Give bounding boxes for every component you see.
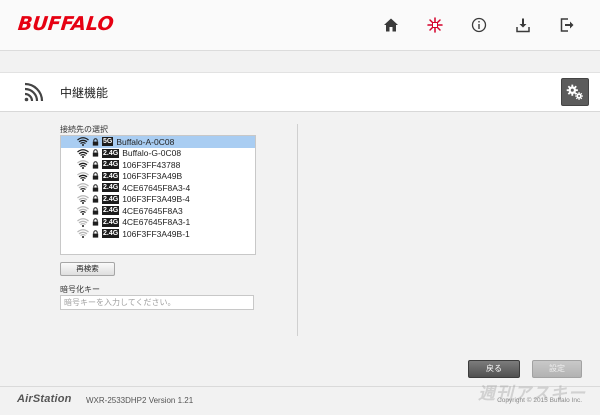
encryption-key-input[interactable]: 暗号キーを入力してください。 xyxy=(60,295,254,310)
network-list[interactable]: 5G Buffalo-A-0C08 2.4G Buffalo-G-0C08 2.4G 10… xyxy=(60,135,256,255)
network-list-item[interactable]: 2.4G 4CE67645F8A3-1 xyxy=(61,217,255,229)
band-badge: 2.4G xyxy=(102,217,120,227)
rescan-button[interactable]: 再検索 xyxy=(60,262,115,276)
wifi-signal-icon xyxy=(77,206,89,216)
wireless-status-icon[interactable] xyxy=(424,15,446,35)
band-badge: 5G xyxy=(102,137,114,147)
lock-icon xyxy=(92,149,99,157)
top-header: BUFFALO xyxy=(0,0,600,51)
band-badge: 2.4G xyxy=(102,194,120,204)
page-title: 中継機能 xyxy=(60,86,109,100)
back-button[interactable]: 戻る xyxy=(468,360,520,378)
lock-icon xyxy=(92,218,99,226)
wifi-signal-icon xyxy=(77,229,89,239)
wifi-signal-icon xyxy=(77,217,89,227)
top-nav xyxy=(380,15,578,35)
band-badge: 2.4G xyxy=(102,206,120,216)
download-icon[interactable] xyxy=(512,15,534,35)
lock-icon xyxy=(92,138,99,146)
gears-icon xyxy=(566,84,583,100)
lock-icon xyxy=(92,161,99,169)
lock-icon xyxy=(92,184,99,192)
network-ssid: 4CE67645F8A3-1 xyxy=(122,217,191,228)
logout-icon[interactable] xyxy=(556,15,578,35)
wifi-signal-icon xyxy=(77,171,89,181)
wifi-signal-icon xyxy=(77,160,89,170)
column-divider xyxy=(297,124,298,336)
wifi-signal-icon xyxy=(77,194,89,204)
network-ssid: Buffalo-A-0C08 xyxy=(116,136,175,147)
band-badge: 2.4G xyxy=(102,229,120,239)
page-title-bar: 中継機能 xyxy=(0,72,600,112)
network-ssid: 106F3FF3A49B xyxy=(122,171,183,182)
network-ssid: Buffalo-G-0C08 xyxy=(122,148,182,159)
wifi-signal-icon xyxy=(77,137,89,147)
airstation-logo: AirStation xyxy=(17,393,72,405)
buffalo-logo: BUFFALO xyxy=(16,13,115,35)
lock-icon xyxy=(92,172,99,180)
network-ssid: 4CE67645F8A3-4 xyxy=(122,182,191,193)
network-ssid: 106F3FF3A49B-1 xyxy=(122,228,190,239)
copyright: Copyright © 2015 Buffalo Inc. xyxy=(497,397,582,404)
encryption-key-label: 暗号化キー xyxy=(60,285,100,294)
info-icon[interactable] xyxy=(468,15,490,35)
network-list-item[interactable]: 2.4G 106F3FF3A49B xyxy=(61,171,255,183)
lock-icon xyxy=(92,207,99,215)
band-badge: 2.4G xyxy=(102,171,120,181)
network-list-item[interactable]: 2.4G 106F3FF3A49B-4 xyxy=(61,194,255,206)
home-icon[interactable] xyxy=(380,15,402,35)
network-list-item[interactable]: 2.4G Buffalo-G-0C08 xyxy=(61,148,255,160)
network-ssid: 106F3FF43788 xyxy=(122,159,181,170)
network-ssid: 4CE67645F8A3 xyxy=(122,205,183,216)
band-badge: 2.4G xyxy=(102,148,120,158)
wifi-signal-icon xyxy=(22,80,46,104)
connection-label: 接続先の選択 xyxy=(60,125,108,134)
lock-icon xyxy=(92,195,99,203)
network-ssid: 106F3FF3A49B-4 xyxy=(122,194,190,205)
band-badge: 2.4G xyxy=(102,183,120,193)
network-list-item[interactable]: 2.4G 4CE67645F8A3 xyxy=(61,205,255,217)
model-version: WXR-2533DHP2 Version 1.21 xyxy=(86,396,194,405)
network-list-item[interactable]: 2.4G 106F3FF43788 xyxy=(61,159,255,171)
wifi-signal-icon xyxy=(77,148,89,158)
wifi-signal-icon xyxy=(77,183,89,193)
apply-button[interactable]: 設定 xyxy=(532,360,582,378)
lock-icon xyxy=(92,230,99,238)
network-list-item[interactable]: 2.4G 106F3FF3A49B-1 xyxy=(61,228,255,240)
band-badge: 2.4G xyxy=(102,160,120,170)
network-list-item[interactable]: 5G Buffalo-A-0C08 xyxy=(61,136,255,148)
network-list-item[interactable]: 2.4G 4CE67645F8A3-4 xyxy=(61,182,255,194)
settings-button[interactable] xyxy=(561,78,589,106)
